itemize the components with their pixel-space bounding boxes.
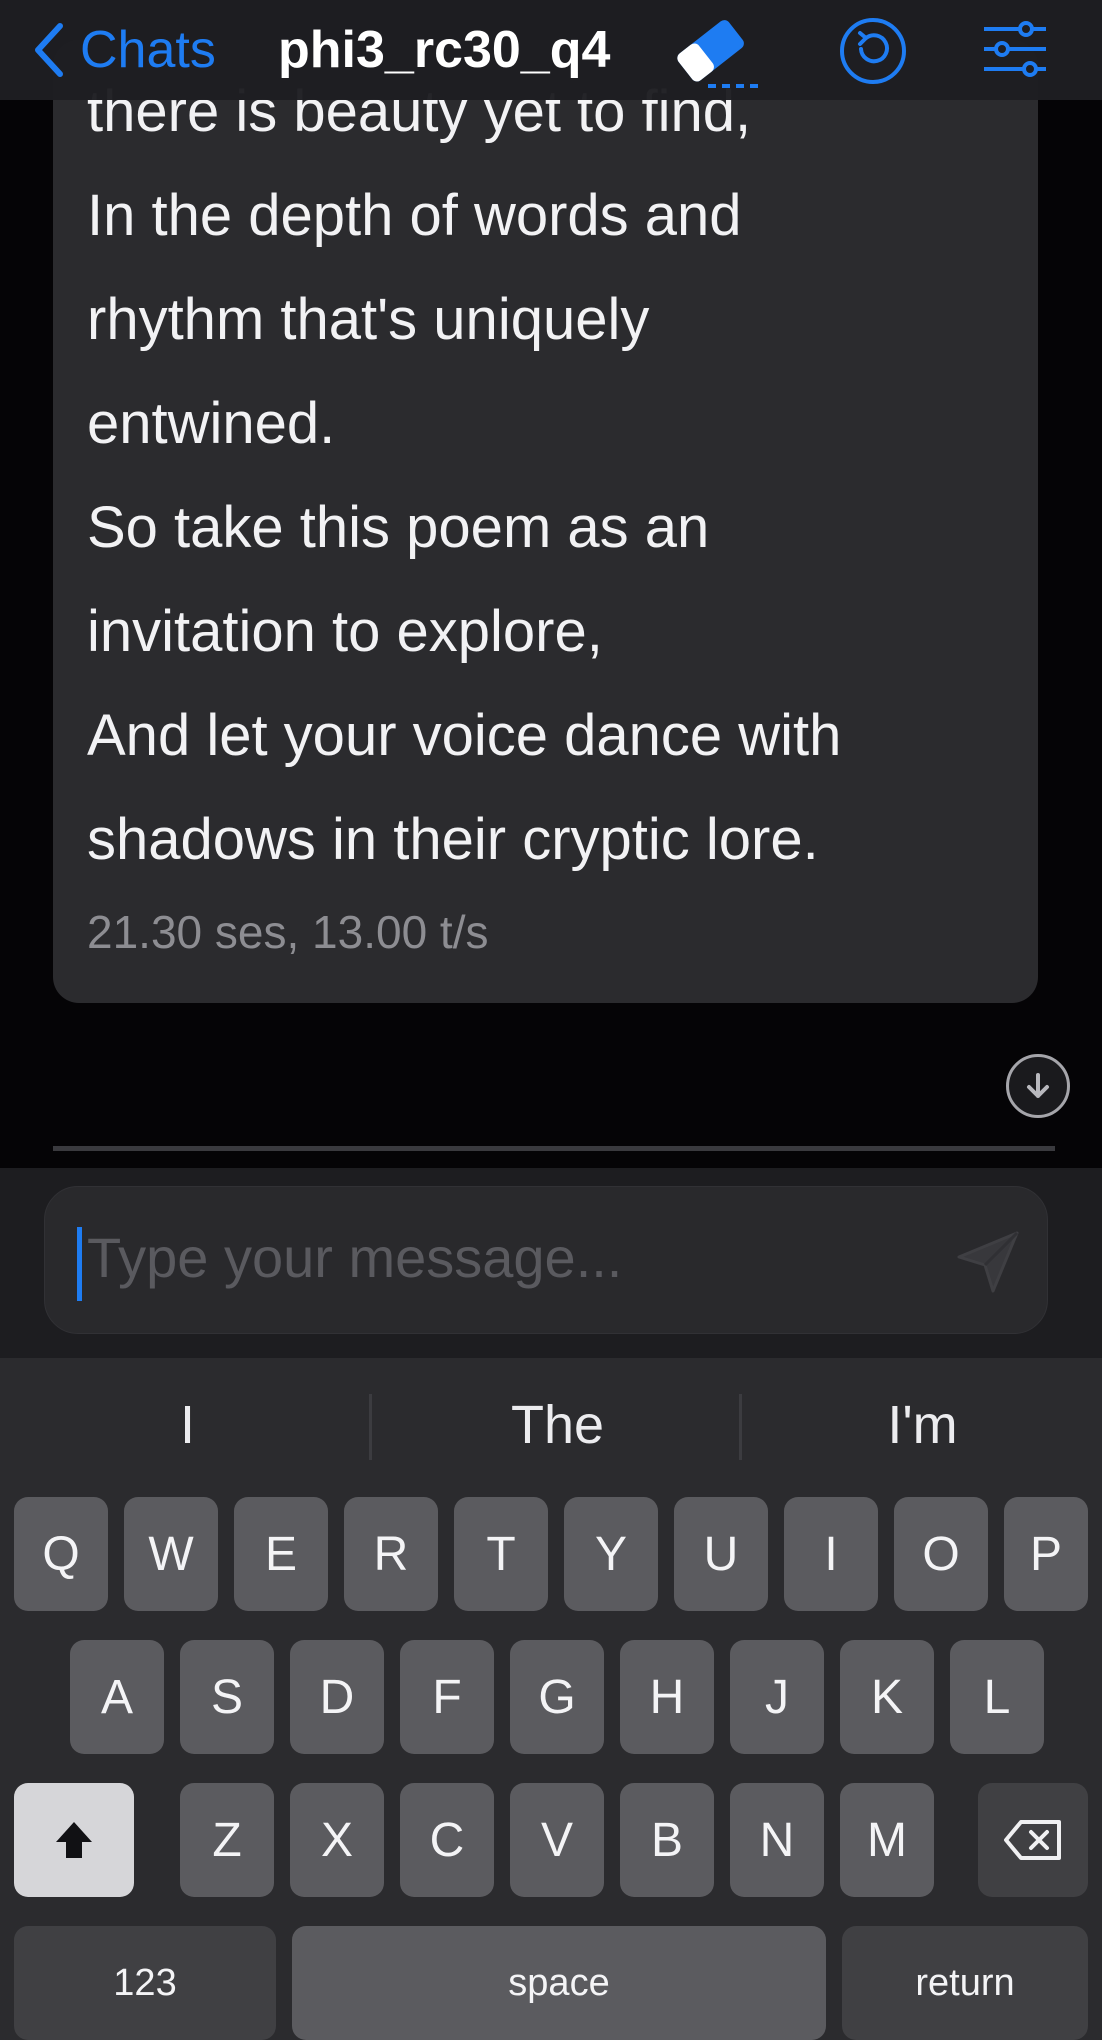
chevron-left-icon xyxy=(35,23,63,77)
key-b[interactable]: B xyxy=(620,1783,714,1897)
key-o[interactable]: O xyxy=(894,1497,988,1611)
key-u[interactable]: U xyxy=(674,1497,768,1611)
key-z[interactable]: Z xyxy=(180,1783,274,1897)
numbers-key[interactable]: 123 xyxy=(14,1926,276,2040)
key-q[interactable]: Q xyxy=(14,1497,108,1611)
key-h[interactable]: H xyxy=(620,1640,714,1754)
key-j[interactable]: J xyxy=(730,1640,824,1754)
space-key[interactable]: space xyxy=(292,1926,826,2040)
key-d[interactable]: D xyxy=(290,1640,384,1754)
chat-title: phi3_rc30_q4 xyxy=(278,21,611,79)
send-icon xyxy=(957,1231,1019,1293)
message-line: rhythm that's uniquely xyxy=(87,287,650,352)
suggestion-separator xyxy=(739,1394,742,1460)
key-f[interactable]: F xyxy=(400,1640,494,1754)
chat-screen: there is beauty yet to find, In the dept… xyxy=(0,0,1102,2040)
key-m[interactable]: M xyxy=(840,1783,934,1897)
suggestion-separator xyxy=(369,1394,372,1460)
message-text: there is beauty yet to find, In the dept… xyxy=(87,60,1027,892)
key-a[interactable]: A xyxy=(70,1640,164,1754)
key-l[interactable]: L xyxy=(950,1640,1044,1754)
message-stats: 21.30 ses, 13.00 t/s xyxy=(87,906,489,958)
navigation-bar: Chats phi3_rc30_q4 xyxy=(0,0,1102,100)
suggestion-item[interactable]: I'm xyxy=(775,1380,1070,1470)
key-i[interactable]: I xyxy=(784,1497,878,1611)
message-input-placeholder: Type your message... xyxy=(87,1226,623,1289)
message-line: invitation to explore, xyxy=(87,599,603,664)
divider xyxy=(53,1146,1055,1151)
message-line: So take this poem as an xyxy=(87,495,710,560)
key-p[interactable]: P xyxy=(1004,1497,1088,1611)
key-v[interactable]: V xyxy=(510,1783,604,1897)
send-button[interactable] xyxy=(951,1223,1029,1306)
key-c[interactable]: C xyxy=(400,1783,494,1897)
suggestion-bar: I The I'm xyxy=(0,1358,1102,1492)
reload-model-button[interactable] xyxy=(838,16,908,91)
clear-chat-button[interactable] xyxy=(668,10,764,99)
input-bar: Type your message... xyxy=(0,1168,1102,1358)
shift-key[interactable] xyxy=(14,1783,134,1897)
key-e[interactable]: E xyxy=(234,1497,328,1611)
key-y[interactable]: Y xyxy=(564,1497,658,1611)
message-line: entwined. xyxy=(87,391,336,456)
back-button[interactable]: Chats xyxy=(32,10,216,90)
text-cursor xyxy=(77,1227,82,1301)
message-line: And let your voice dance with xyxy=(87,703,842,768)
key-s[interactable]: S xyxy=(180,1640,274,1754)
keyboard: I The I'm Q W E R T Y U I O P A S D F G … xyxy=(0,1358,1102,2040)
key-t[interactable]: T xyxy=(454,1497,548,1611)
key-k[interactable]: K xyxy=(840,1640,934,1754)
suggestion-item[interactable]: The xyxy=(410,1380,705,1470)
message-line: In the depth of words and xyxy=(87,183,742,248)
settings-button[interactable] xyxy=(980,14,1050,89)
reload-icon xyxy=(840,18,906,84)
return-key[interactable]: return xyxy=(842,1926,1088,2040)
eraser-icon xyxy=(677,20,758,88)
message-input[interactable]: Type your message... xyxy=(44,1186,1048,1334)
backspace-icon xyxy=(1004,1820,1061,1860)
settings-sliders-icon xyxy=(984,21,1046,77)
key-w[interactable]: W xyxy=(124,1497,218,1611)
message-line: shadows in their cryptic lore. xyxy=(87,807,819,872)
key-n[interactable]: N xyxy=(730,1783,824,1897)
suggestion-item[interactable]: I xyxy=(40,1380,335,1470)
key-x[interactable]: X xyxy=(290,1783,384,1897)
key-r[interactable]: R xyxy=(344,1497,438,1611)
key-g[interactable]: G xyxy=(510,1640,604,1754)
chat-area[interactable]: there is beauty yet to find, In the dept… xyxy=(0,0,1102,1160)
scroll-to-bottom-button[interactable] xyxy=(1006,1054,1070,1118)
shift-arrow-icon xyxy=(56,1822,92,1858)
back-label: Chats xyxy=(80,21,216,79)
arrow-down-icon xyxy=(1027,1073,1049,1098)
backspace-key[interactable] xyxy=(978,1783,1088,1897)
